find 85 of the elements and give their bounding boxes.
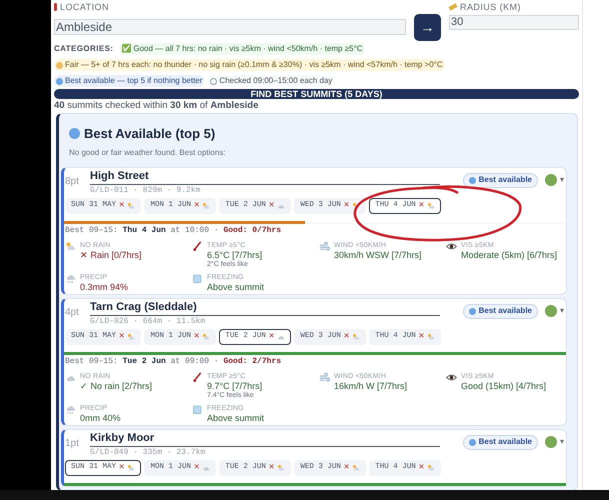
summit-meta: G/LD-049 · 335m · 23.7km	[90, 448, 206, 458]
sun-cloud-icon	[277, 464, 286, 472]
cross-icon: ✕	[344, 330, 350, 344]
clock-icon	[210, 78, 218, 84]
sun-cloud-icon	[352, 202, 360, 210]
points-label: 1pt	[64, 436, 80, 450]
cross-icon: ✕	[119, 330, 124, 344]
panel-subtitle: No good or fair weather found. Best options:	[69, 146, 227, 158]
badge-text: Best available	[478, 305, 532, 317]
cross-icon: ✕	[418, 460, 424, 474]
sun-cloud-icon	[427, 464, 436, 472]
metric-value: 30km/h WSW [7/7hrs]	[334, 250, 422, 260]
metric-value: Moderate (5km) [6/7hrs]	[461, 250, 558, 260]
rain-cloud-icon	[65, 272, 76, 284]
sun-cloud-icon	[127, 464, 136, 472]
sun-cloud-icon	[127, 332, 136, 340]
cross-icon: ✕	[194, 330, 200, 344]
cross-icon: ✕	[119, 198, 124, 212]
badge-text: Best available	[478, 174, 532, 186]
categories-label: CATEGORIES:	[54, 43, 114, 55]
field-label: RADIUS (KM)	[460, 2, 521, 12]
field-label: LOCATION	[60, 2, 109, 12]
summit-name: Tarn Crag (Sleddale)	[90, 300, 440, 316]
metric-value: 16km/h W [7/7hrs]	[334, 380, 408, 390]
cross-icon: ✕	[418, 330, 424, 344]
panel-title: Best Available (top 5)	[84, 125, 216, 143]
wind-icon	[319, 372, 330, 382]
points-label: 8pt	[64, 174, 80, 188]
summit-meta: G/LD-011 · 829m · 9.2km	[90, 186, 202, 196]
metric-value: ✓ No rain [2/7hrs]	[80, 380, 152, 390]
pin-icon	[54, 3, 57, 11]
cross-icon: ✕	[344, 460, 350, 474]
points-label: 4pt	[64, 306, 80, 320]
cross-icon: ✕	[418, 198, 424, 212]
cross-icon: ✕	[268, 330, 274, 344]
summit-name: Kirkby Moor	[90, 430, 440, 446]
caret-icon[interactable]: ▾	[560, 304, 564, 316]
cross-icon: ✕	[194, 198, 200, 212]
sun-cloud-icon	[352, 464, 360, 472]
caret-icon[interactable]: ▾	[560, 174, 564, 186]
best-time: Best 09–15: Thu 4 Jun at 10:00 ·	[65, 226, 220, 236]
cross-icon: ✕	[194, 460, 200, 474]
sun-cloud-icon	[427, 202, 436, 210]
thermometer-icon	[192, 240, 203, 252]
metric-value: ✕ Rain [0/7hrs]	[80, 250, 142, 260]
sun-cloud-icon	[202, 332, 210, 340]
sun-cloud-icon	[427, 332, 436, 340]
summit-meta: G/LD-026 · 664m · 11.5km	[90, 316, 206, 326]
caret-icon[interactable]: ▾	[560, 436, 564, 448]
sun-cloud-icon	[352, 332, 360, 340]
sun-cloud-icon	[202, 202, 210, 210]
ice-cube-icon	[192, 272, 203, 284]
good-count: Good: 2/7hrs	[223, 356, 282, 366]
metric-value: Above summit	[207, 412, 264, 422]
good-count: Good: 0/7hrs	[223, 226, 282, 236]
rain-cloud-icon	[65, 404, 76, 414]
find-button[interactable]: FIND BEST SUMMITS (5 DAYS)	[54, 89, 579, 99]
check-icon: ✅	[121, 44, 132, 54]
category-text: Best available — top 5 if nothing better	[65, 76, 202, 86]
ruler-icon	[448, 3, 458, 11]
metric-value: Good (15km) [4/7hrs]	[461, 380, 546, 390]
category-text: Good — all 7 hrs: no rain · vis ≥5km · wind <50km/h · temp ≥5°C	[133, 44, 363, 54]
category-text: Checked 09:00–15:00 each day	[219, 76, 332, 86]
cross-icon: ✕	[268, 198, 274, 212]
thermometer-icon	[192, 372, 203, 382]
metric-value: 0.3mm 94%	[80, 282, 128, 292]
badge-text: Best available	[478, 436, 532, 448]
cross-icon: ✕	[119, 460, 124, 474]
best-time: Best 09–15: Tue 2 Jun at 09:00 ·	[65, 356, 220, 366]
metric-value: 0mm 40%	[80, 412, 121, 422]
metric-value: Above summit	[207, 282, 264, 292]
go-button[interactable]: →	[414, 14, 441, 41]
cross-icon: ✕	[268, 460, 274, 474]
ice-cube-icon	[192, 404, 203, 414]
cross-icon: ✕	[344, 198, 350, 212]
metric-value: 6.5°C [7/7hrs]	[207, 250, 262, 260]
wind-icon	[319, 240, 330, 252]
summary-text: 40 summits checked within 30 km of Ambleside	[54, 100, 260, 112]
sun-cloud-icon	[65, 240, 76, 252]
location-field[interactable]: Ambleside	[54, 19, 406, 35]
sun-cloud-icon	[127, 202, 136, 210]
category-text: Fair — 5+ of 7 hrs each: no thunder · no sig rain (≥0.1mm & ≥30%) · vis ≥5km · wind <57km/h · temp >0°C	[65, 60, 443, 70]
radius-field[interactable]: 30	[449, 15, 579, 30]
metric-value: 9.7°C [7/7hrs]	[207, 380, 262, 390]
summit-name: High Street	[90, 168, 440, 184]
